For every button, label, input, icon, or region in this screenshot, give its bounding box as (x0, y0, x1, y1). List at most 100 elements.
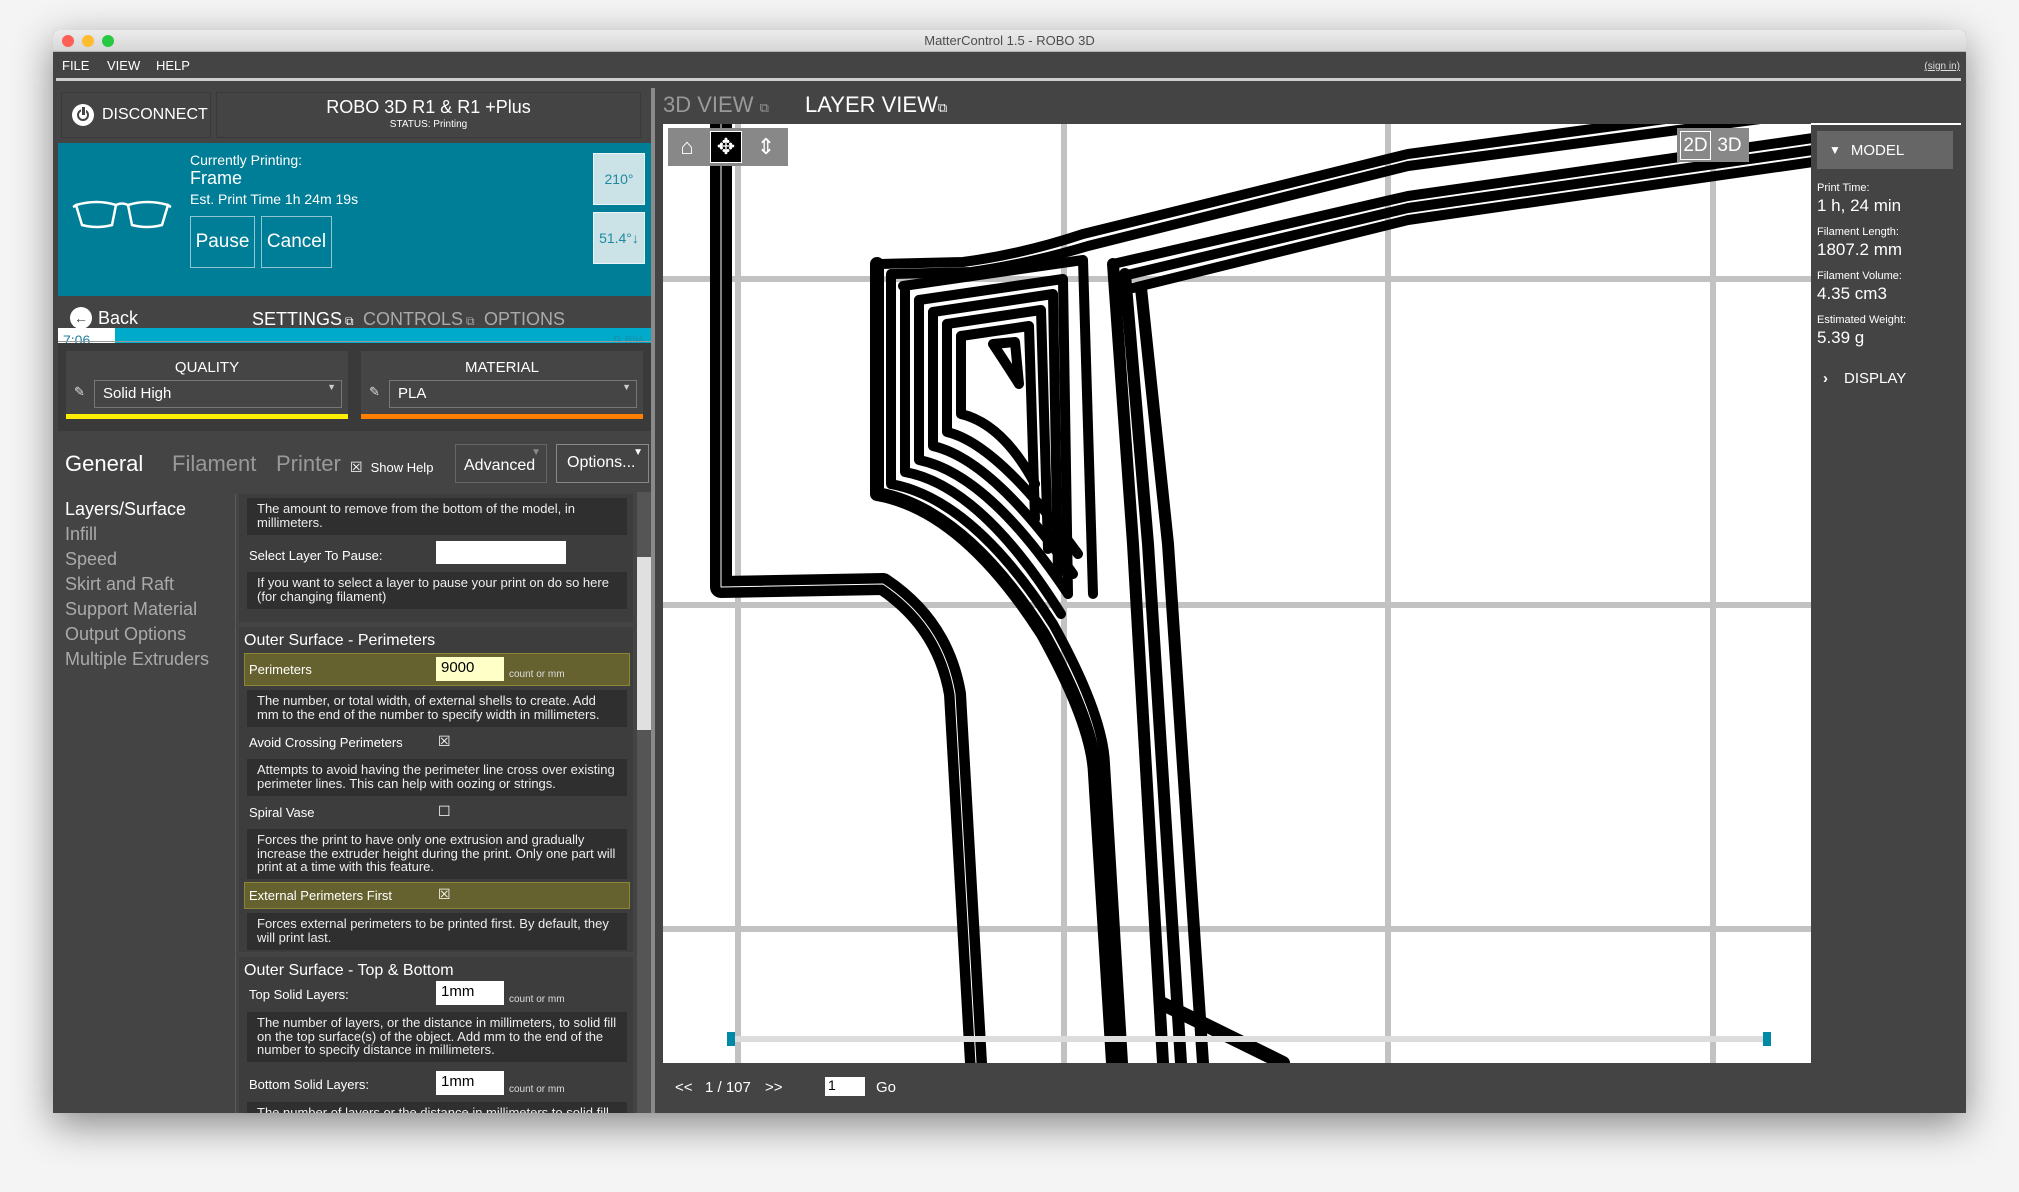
bottom-solid-input[interactable]: 1mm (436, 1071, 504, 1095)
perimeters-label: Perimeters (249, 662, 312, 677)
range-start-handle (727, 1032, 735, 1046)
power-icon (72, 104, 94, 126)
menu-separator (56, 78, 1961, 81)
tab-settings[interactable]: SETTINGS ⧉ (252, 309, 354, 330)
print-time-value: 1 h, 24 min (1817, 196, 1902, 215)
top-solid-input[interactable]: 1mm (436, 981, 504, 1005)
help-text: If you want to select a layer to pause y… (247, 572, 627, 609)
title-bar: MatterControl 1.5 - ROBO 3D (53, 30, 1966, 52)
go-button[interactable]: Go (876, 1079, 896, 1096)
view-3d-button[interactable]: 3D (1714, 131, 1745, 160)
pop-out-icon[interactable]: ⧉ (938, 100, 947, 115)
sidebar-item-infill[interactable]: Infill (65, 524, 97, 545)
panel-divider[interactable] (651, 88, 655, 1113)
section-title: Outer Surface - Top & Bottom (244, 962, 454, 979)
panel-nav: ← Back SETTINGS ⧉ CONTROLS ⧉ OPTIONS (58, 296, 651, 342)
extruder-temp-button[interactable]: 210° (593, 153, 645, 205)
avoid-crossing-label: Avoid Crossing Perimeters (249, 735, 403, 750)
sidebar-item-output-options[interactable]: Output Options (65, 624, 186, 645)
quality-title: QUALITY (174, 359, 240, 376)
material-dropdown[interactable]: PLA ▼ (389, 380, 637, 408)
sign-in-link[interactable]: (sign in) (1924, 61, 1960, 72)
back-button[interactable]: ← Back (70, 307, 138, 329)
view-2d-button[interactable]: 2D (1680, 131, 1711, 160)
dropdown-arrow-icon: ▼ (327, 382, 336, 392)
settings-group-top-bottom: Outer Surface - Top & Bottom Top Solid L… (239, 957, 633, 1113)
pop-out-icon[interactable]: ⧉ (760, 100, 769, 115)
filament-length-label: Filament Length: (1817, 226, 1899, 238)
home-icon[interactable]: ⌂ (671, 131, 703, 163)
estimated-weight-label: Estimated Weight: (1817, 314, 1907, 326)
quality-value: Solid High (103, 385, 172, 402)
dropdown-arrow-icon: ▼ (622, 382, 631, 392)
quality-material-box: QUALITY ✎ Solid High ▼ MATERIAL ✎ PLA ▼ (58, 343, 651, 431)
menu-view[interactable]: VIEW (107, 58, 140, 73)
tab-layer-view[interactable]: LAYER VIEW⧉ (805, 92, 947, 118)
layer-view-canvas[interactable]: ⌂ ✥ ⇕ 2D 3D (663, 124, 1811, 1063)
help-text: Attempts to avoid having the perimeter l… (247, 759, 627, 796)
options-label: Options... (567, 454, 636, 471)
display-section-toggle[interactable]: › DISPLAY (1823, 370, 1906, 387)
next-layer-button[interactable]: >> (765, 1079, 783, 1096)
settings-scrollbar[interactable] (637, 492, 652, 1113)
horizontal-range-track (730, 1036, 1770, 1042)
pop-out-icon[interactable]: ⧉ (345, 314, 354, 328)
window-title: MatterControl 1.5 - ROBO 3D (924, 33, 1095, 48)
tab-3d-view[interactable]: 3D VIEW ⧉ (663, 92, 769, 118)
zoom-icon[interactable]: ⇕ (750, 131, 782, 163)
estimated-weight-value: 5.39 g (1817, 328, 1865, 347)
printer-info: ROBO 3D R1 & R1 +Plus STATUS: Printing (216, 92, 641, 138)
sidebar-item-layers-surface[interactable]: Layers/Surface (65, 499, 186, 520)
back-arrow-icon: ← (70, 307, 92, 329)
go-to-layer-input[interactable]: 1 (825, 1077, 865, 1096)
sidebar-item-multiple-extruders[interactable]: Multiple Extruders (65, 649, 209, 670)
pause-layer-input[interactable] (436, 541, 566, 564)
currently-printing-label: Currently Printing: (190, 152, 303, 168)
print-time-label: Print Time: (1817, 182, 1870, 194)
disconnect-button[interactable]: DISCONNECT (61, 92, 211, 138)
advanced-label: Advanced (464, 457, 536, 474)
tab-controls[interactable]: CONTROLS ⧉ (363, 309, 475, 330)
scrollbar-thumb[interactable] (637, 557, 652, 730)
pause-button[interactable]: Pause (190, 216, 255, 268)
settings-group-layers: The amount to remove from the bottom of … (239, 494, 633, 622)
layer-counter: 1 / 107 (705, 1079, 751, 1096)
prev-layer-button[interactable]: << (675, 1079, 693, 1096)
tab-filament[interactable]: Filament (172, 451, 256, 477)
move-icon[interactable]: ✥ (710, 131, 742, 163)
avoid-crossing-checkbox[interactable]: ☒ (438, 733, 451, 750)
advanced-dropdown[interactable]: Advanced ▼ (455, 444, 547, 483)
quality-dropdown[interactable]: Solid High ▼ (94, 380, 342, 408)
help-text: The number of layers, or the distance in… (247, 1012, 627, 1062)
tab-printer[interactable]: Printer (276, 451, 341, 477)
tab-controls-label: CONTROLS (363, 309, 464, 329)
show-help-checkbox[interactable]: ☒ Show Help (350, 459, 433, 476)
model-section-toggle[interactable]: ▼ MODEL (1817, 131, 1953, 169)
settings-group-perimeters: Outer Surface - Perimeters Perimeters 90… (239, 627, 633, 952)
disconnect-label: DISCONNECT (102, 106, 208, 123)
tab-general[interactable]: General (65, 451, 143, 477)
edit-pencil-icon[interactable]: ✎ (369, 384, 380, 400)
top-solid-label: Top Solid Layers: (249, 987, 349, 1002)
edit-pencil-icon[interactable]: ✎ (74, 384, 85, 400)
spiral-vase-checkbox[interactable]: ☐ (438, 803, 451, 820)
dimension-toggle: 2D 3D (1677, 128, 1749, 162)
external-perimeters-checkbox[interactable]: ☒ (438, 886, 451, 903)
external-perimeters-label: External Perimeters First (249, 888, 393, 903)
sidebar-item-skirt-raft[interactable]: Skirt and Raft (65, 574, 174, 595)
view-toolbar: ⌂ ✥ ⇕ (668, 128, 788, 166)
tab-options[interactable]: OPTIONS (484, 309, 565, 330)
cancel-button[interactable]: Cancel (261, 216, 332, 268)
sidebar-item-speed[interactable]: Speed (65, 549, 117, 570)
sidebar-item-support-material[interactable]: Support Material (65, 599, 197, 620)
toolpath-frame (870, 124, 1761, 1063)
menu-help[interactable]: HELP (156, 58, 190, 73)
help-text: The number, or total width, of external … (247, 690, 627, 727)
pop-out-icon[interactable]: ⧉ (466, 314, 475, 328)
tab-settings-label: SETTINGS (252, 309, 343, 329)
menu-file[interactable]: FILE (62, 58, 89, 73)
options-dropdown[interactable]: Options... ▼ (556, 444, 649, 483)
spiral-vase-label: Spiral Vase (249, 805, 315, 820)
perimeters-input[interactable]: 9000 (436, 657, 504, 681)
bed-temp-button[interactable]: 51.4°↓ (593, 212, 645, 264)
